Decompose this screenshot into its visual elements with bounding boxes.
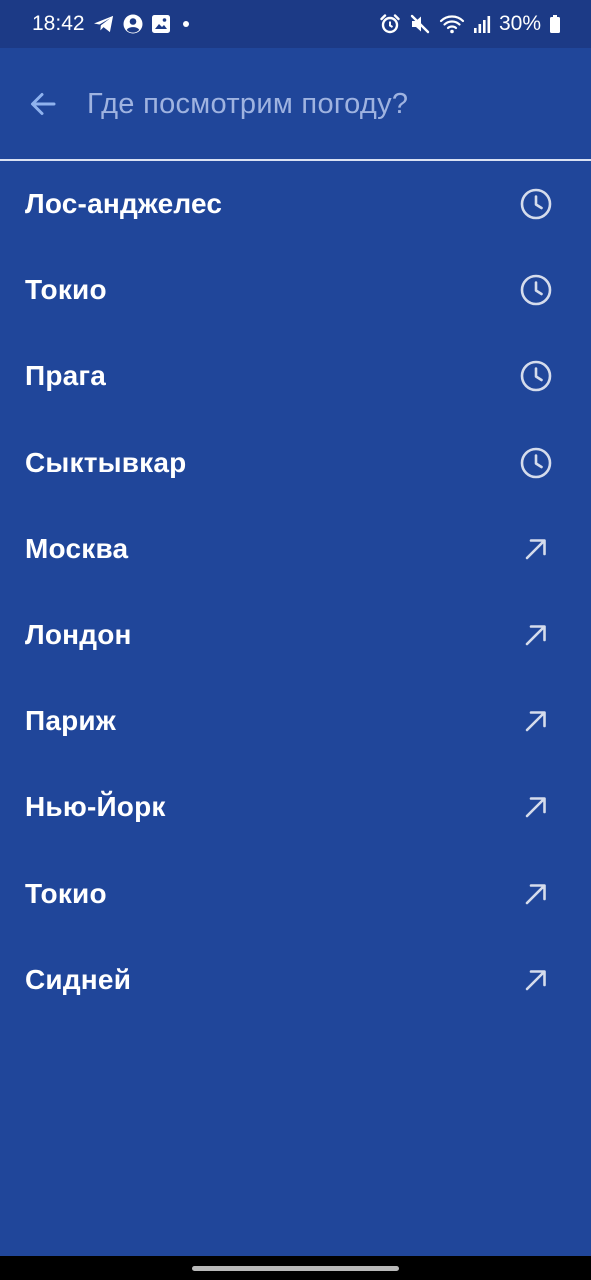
city-list: Лос-анджелес Токио Прага Сыктывкар Москв… xyxy=(0,161,591,1023)
recent-city-item[interactable]: Лос-анджелес xyxy=(0,161,591,247)
arrow-up-right-icon xyxy=(519,704,553,738)
arrow-up-right-icon xyxy=(519,532,553,566)
city-name: Сидней xyxy=(25,963,132,995)
arrow-up-right-icon xyxy=(519,877,553,911)
navigation-bar xyxy=(0,1256,591,1280)
status-bar: 18:42 30% xyxy=(0,0,591,48)
notification-dot-icon xyxy=(179,14,193,34)
battery-icon xyxy=(549,14,561,34)
search-header xyxy=(0,48,591,160)
arrow-left-icon xyxy=(31,93,56,115)
arrow-up-right-icon xyxy=(519,618,553,652)
recent-city-item[interactable]: Прага xyxy=(0,333,591,419)
suggested-city-item[interactable]: Москва xyxy=(0,506,591,592)
status-time: 18:42 xyxy=(32,12,85,35)
suggested-city-item[interactable]: Нью-Йорк xyxy=(0,764,591,850)
gallery-icon xyxy=(151,14,171,34)
clock-icon xyxy=(519,359,553,393)
arrow-up-right-icon xyxy=(519,963,553,997)
search-input[interactable] xyxy=(87,82,547,126)
city-name: Нью-Йорк xyxy=(25,791,166,823)
clock-icon xyxy=(519,273,553,307)
city-name: Прага xyxy=(25,360,107,392)
back-button[interactable] xyxy=(28,89,58,119)
battery-percent: 30% xyxy=(498,12,541,35)
alarm-icon xyxy=(379,13,401,35)
home-indicator[interactable] xyxy=(192,1266,399,1271)
clock-icon xyxy=(519,187,553,221)
suggested-city-item[interactable]: Лондон xyxy=(0,592,591,678)
city-name: Лос-анджелес xyxy=(25,188,223,220)
suggested-city-item[interactable]: Париж xyxy=(0,678,591,764)
wifi-icon xyxy=(439,13,465,35)
weather-search-screen: Лос-анджелес Токио Прага Сыктывкар Москв… xyxy=(0,48,591,1256)
status-bar-left: 18:42 xyxy=(32,12,193,36)
city-name: Лондон xyxy=(25,619,132,651)
telegram-icon xyxy=(93,14,115,34)
status-bar-right: 30% xyxy=(379,12,561,36)
arrow-up-right-icon xyxy=(519,790,553,824)
account-circle-icon xyxy=(123,14,143,34)
signal-icon xyxy=(473,14,491,34)
city-name: Токио xyxy=(25,274,107,306)
city-name: Париж xyxy=(25,705,116,737)
suggested-city-item[interactable]: Сидней xyxy=(0,937,591,1023)
recent-city-item[interactable]: Токио xyxy=(0,247,591,333)
clock-icon xyxy=(519,446,553,480)
city-name: Сыктывкар xyxy=(25,446,187,478)
suggested-city-item[interactable]: Токио xyxy=(0,851,591,937)
city-name: Москва xyxy=(25,532,129,564)
mute-icon xyxy=(409,13,431,35)
recent-city-item[interactable]: Сыктывкар xyxy=(0,420,591,506)
city-name: Токио xyxy=(25,877,107,909)
